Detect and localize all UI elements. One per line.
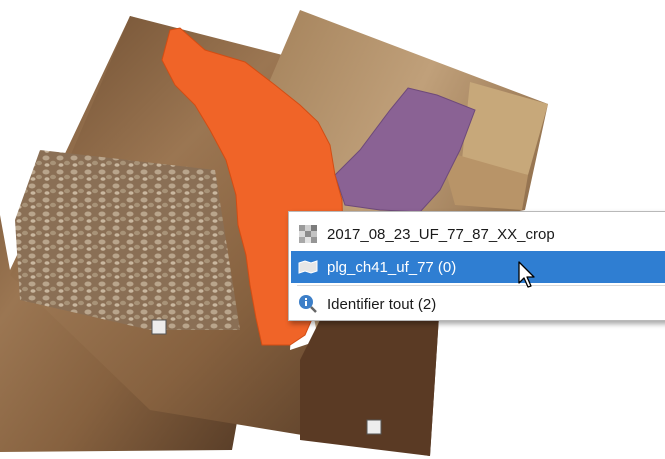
identify-icon (297, 293, 319, 315)
menu-item-identify-all[interactable]: Identifier tout (2) (291, 288, 665, 320)
identify-context-menu: 2017_08_23_UF_77_87_XX_crop plg_ch41_uf_… (288, 211, 665, 321)
raster-layer-icon (297, 223, 319, 245)
menu-item-raster-layer[interactable]: 2017_08_23_UF_77_87_XX_crop (291, 218, 665, 250)
mouse-cursor-icon (518, 261, 535, 288)
menu-item-polygon-layer[interactable]: plg_ch41_uf_77 (0) (291, 251, 665, 283)
gravel-area (15, 150, 240, 330)
menu-item-label: Identifier tout (2) (327, 295, 437, 313)
polygon-layer-icon (297, 256, 319, 278)
menu-separator (297, 285, 665, 286)
survey-marker (366, 419, 382, 435)
menu-item-label: 2017_08_23_UF_77_87_XX_crop (327, 225, 555, 243)
map-canvas[interactable]: 2017_08_23_UF_77_87_XX_crop plg_ch41_uf_… (0, 0, 665, 459)
survey-marker (151, 319, 167, 335)
menu-item-label: plg_ch41_uf_77 (0) (327, 258, 457, 276)
